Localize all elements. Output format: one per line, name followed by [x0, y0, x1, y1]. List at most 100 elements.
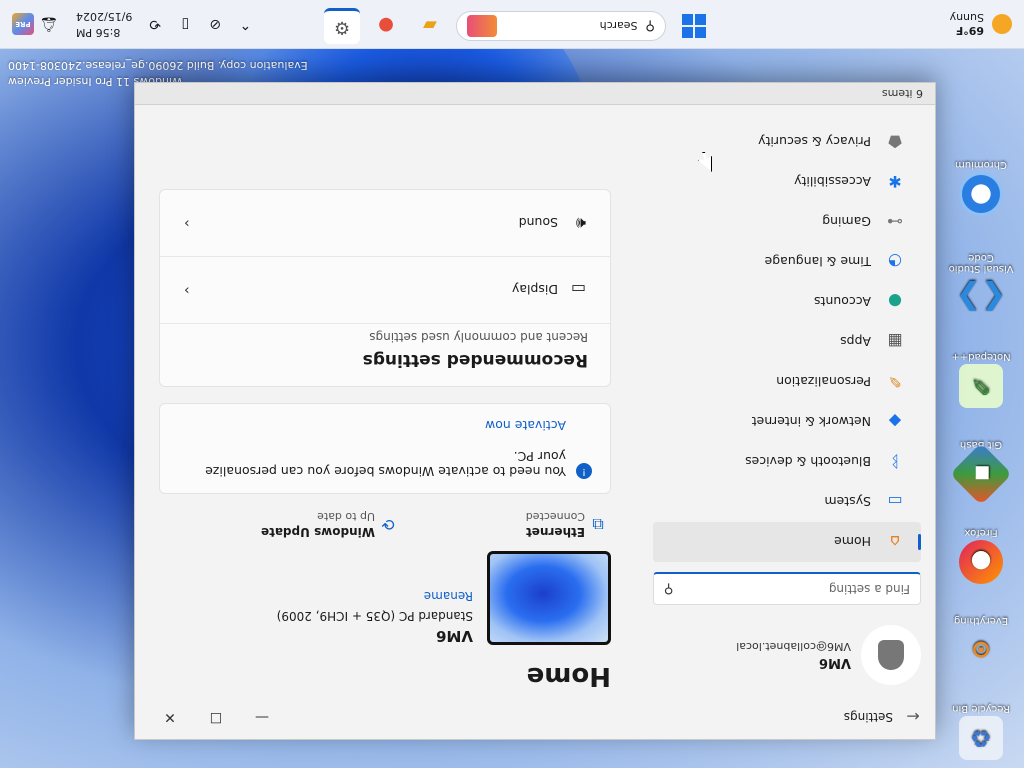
nav-list: ⌂ Home ▭ System ᛒ Bluetooth & devices ◆ … — [653, 122, 921, 562]
file-explorer-icon[interactable]: ▰ — [412, 8, 448, 44]
chevron-up-icon[interactable]: ⌃ — [230, 16, 260, 32]
close-button[interactable]: ✕ — [147, 709, 193, 725]
pc-summary: VM6 Standard PC (Q35 + ICH9, 2009) Renam… — [159, 551, 611, 645]
firefox-icon: ● — [959, 540, 1003, 584]
search-placeholder: Find a setting — [828, 582, 910, 596]
clock-date: 9/15/2024 — [76, 10, 133, 23]
desktop-icon-chromium[interactable]: Chromium — [944, 159, 1018, 216]
status-bar: 6 items — [135, 83, 935, 105]
nav-item-label: Network & internet — [751, 414, 871, 430]
desktop-icon-vscode[interactable]: ❮❯ Visual Studio Code — [944, 252, 1018, 320]
recommended-item-display[interactable]: ▭ Display › — [160, 257, 610, 324]
settings-window: ← Settings — ☐ ✕ VM6 VM6@collabnet.local… — [134, 82, 936, 740]
nav-item-label: Bluetooth & devices — [745, 454, 871, 470]
network-tray-icon[interactable]: ⊘ — [200, 16, 230, 32]
nav-item-label: Accessibility — [794, 174, 871, 190]
recycle-bin-icon: ♻ — [959, 716, 1003, 760]
desktop-icon-recycle-bin[interactable]: ♻ Recycle Bin — [944, 703, 1018, 760]
taskbar-search[interactable]: ⚲ Search — [456, 11, 666, 41]
user-profile[interactable]: VM6 VM6@collabnet.local — [653, 615, 921, 695]
pre-badge-icon: PRE — [12, 13, 34, 35]
desktop-icon-notepad[interactable]: ✎ Notepad++ — [944, 351, 1018, 408]
nav-item-label: Gaming — [822, 214, 871, 230]
nav-item-accessibility[interactable]: ✱ Accessibility — [653, 162, 921, 202]
display-tray-icon[interactable]: ▯ — [170, 16, 200, 32]
windows-update-subtitle: Up to date — [317, 510, 375, 523]
system-tray: ⌃ ⊘ ▯ ⟲ 8:56 PM 9/15/2024 🔔︎ PRE — [12, 0, 260, 48]
clock-time: 8:56 PM — [76, 26, 121, 40]
search-highlight-icon — [467, 15, 497, 37]
notification-bell-icon[interactable]: 🔔︎ — [34, 16, 64, 32]
chevron-right-icon: › — [184, 215, 190, 231]
vscode-icon: ❮❯ — [955, 280, 1007, 316]
windows-update-status[interactable]: ⟳ Windows Update Up to date — [191, 510, 401, 539]
monitor-icon: ▭ — [887, 492, 903, 512]
status-row: ⧉ Ethernet Connected ⟳ Windows Update Up… — [159, 510, 611, 539]
globe-icon: ◔ — [888, 252, 902, 272]
desktop-icon-git-bash[interactable]: ◆ Git Bash — [944, 439, 1018, 506]
home-icon: ⌂ — [889, 532, 901, 552]
nav-item-bluetooth[interactable]: ᛒ Bluetooth & devices — [653, 442, 921, 482]
nav-item-network[interactable]: ◆ Network & internet — [653, 402, 921, 442]
ethernet-title: Ethernet — [526, 525, 585, 539]
start-button[interactable] — [682, 14, 706, 38]
search-icon: ⊙ — [970, 636, 992, 664]
pc-model: Standard PC (Q35 + ICH9, 2009) — [276, 609, 473, 623]
weather-widget[interactable]: 69°F Sunny — [950, 11, 1012, 37]
nav-item-time-language[interactable]: ◔ Time & language — [653, 242, 921, 282]
nav-item-label: Time & language — [764, 254, 871, 270]
search-icon: ⚲ — [645, 18, 655, 34]
title-bar: ← Settings — ☐ ✕ — [135, 695, 935, 739]
desktop-icon-firefox[interactable]: ● Firefox — [944, 527, 1018, 584]
desktop-icon-everything[interactable]: ⊙ Everything — [944, 615, 1018, 672]
pc-name: VM6 — [436, 627, 473, 645]
activate-now-link[interactable]: Activate now — [178, 418, 566, 433]
clock[interactable]: 8:56 PM 9/15/2024 — [76, 8, 132, 41]
nav-item-home[interactable]: ⌂ Home — [653, 522, 921, 562]
wifi-icon: ◆ — [888, 412, 902, 432]
nav-item-label: Personalization — [776, 374, 871, 390]
notepad-icon: ✎ — [959, 364, 1003, 408]
watermark-line-2: Evaluation copy. Build 26090.ge_release.… — [8, 59, 308, 73]
weather-temperature: 69°F — [955, 24, 984, 37]
nav-item-accounts[interactable]: ● Accounts — [653, 282, 921, 322]
recommended-item-sound[interactable]: 🔊︎ Sound › — [160, 190, 610, 257]
nav-item-gaming[interactable]: ⊶ Gaming — [653, 202, 921, 242]
nav-item-system[interactable]: ▭ System — [653, 482, 921, 522]
user-email: VM6@collabnet.local — [736, 640, 851, 653]
nav-item-personalization[interactable]: ✎ Personalization — [653, 362, 921, 402]
settings-icon[interactable]: ⚙ — [324, 8, 360, 44]
pc-info: VM6 Standard PC (Q35 + ICH9, 2009) Renam… — [277, 589, 473, 645]
page-title: Home — [526, 661, 611, 691]
nav-item-privacy[interactable]: ⬟ Privacy & security — [653, 122, 921, 162]
person-icon: ● — [888, 292, 902, 312]
accessibility-icon: ✱ — [888, 172, 902, 192]
recommended-settings-card: Recommended settings Recent and commonly… — [159, 189, 611, 387]
back-arrow-icon[interactable]: ← — [903, 708, 923, 727]
sync-tray-icon[interactable]: ⟲ — [140, 16, 170, 32]
activation-message: You need to activate Windows before you … — [205, 449, 566, 479]
nav-item-label: System — [824, 494, 871, 510]
settings-search-input[interactable]: Find a setting ⚲ — [653, 572, 921, 605]
speaker-icon: 🔊︎ — [575, 214, 586, 233]
recommended-item-label: Display — [511, 282, 558, 298]
avatar — [861, 625, 921, 685]
brush-icon: ✎ — [888, 372, 902, 392]
minimize-button[interactable]: — — [239, 709, 285, 725]
person-icon — [878, 640, 904, 670]
taskbar-center: ⚲ Search ▰ ● ⚙ — [324, 8, 706, 44]
nav-item-label: Privacy & security — [758, 134, 871, 150]
desktop-icon-label: Chromium — [955, 159, 1007, 170]
ethernet-status[interactable]: ⧉ Ethernet Connected — [401, 510, 611, 539]
recommended-subtitle: Recent and commonly used settings — [369, 330, 588, 344]
desktop-wallpaper-thumbnail — [487, 551, 611, 645]
desktop-icon-label: Firefox — [964, 527, 998, 538]
maximize-button[interactable]: ☐ — [193, 709, 239, 725]
firefox-icon[interactable]: ● — [368, 8, 404, 44]
nav-item-apps[interactable]: ▦ Apps — [653, 322, 921, 362]
rename-link[interactable]: Rename — [277, 589, 473, 603]
window-controls: — ☐ ✕ — [147, 709, 285, 725]
desktop-icon-label: Visual Studio Code — [948, 252, 1014, 274]
desktop-icon-label: Everything — [953, 615, 1009, 626]
window-title: Settings — [843, 710, 893, 724]
